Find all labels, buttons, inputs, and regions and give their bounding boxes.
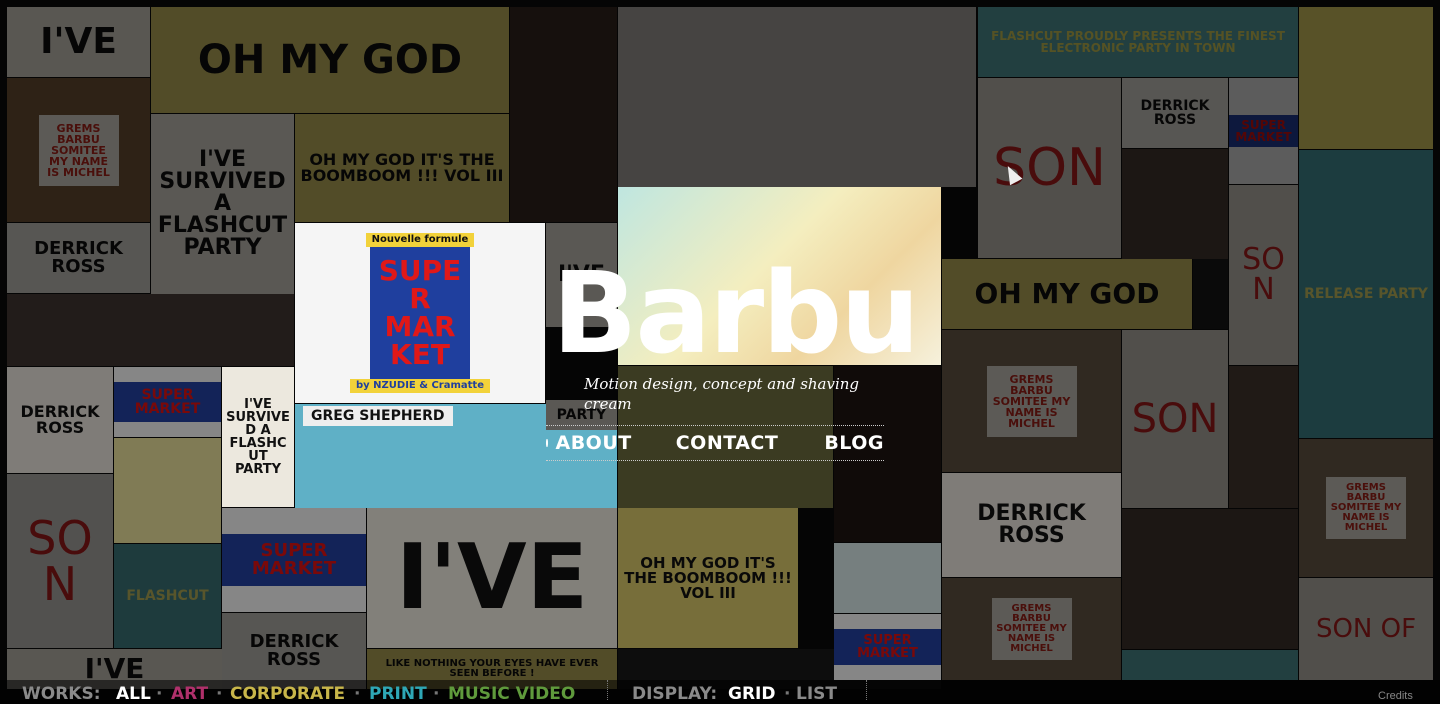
site-logo[interactable]: Barbu: [552, 258, 920, 370]
portfolio-tile-ive-survived[interactable]: I'VE SURVIVED A FLASHCUT PARTY: [222, 367, 294, 507]
filter-corporate-link[interactable]: CORPORATE: [230, 684, 345, 704]
portfolio-tile-sunglasses[interactable]: [510, 7, 617, 222]
tile-text: RELEASE PARTY: [1304, 286, 1428, 302]
portfolio-tile-yellow[interactable]: [114, 438, 221, 543]
tile-text: GREMS BARBU SOMITEE MY NAME IS MICHEL: [38, 114, 119, 186]
display-separator: ·: [784, 684, 791, 704]
portfolio-tile-supermarket[interactable]: SUPER MARKET: [1229, 78, 1298, 184]
portfolio-tile-tshirt[interactable]: GREMS BARBU SOMITEE MY NAME IS MICHEL: [942, 330, 1121, 472]
filter-print-link[interactable]: PRINT: [369, 684, 427, 704]
portfolio-tile-model[interactable]: [1122, 149, 1228, 259]
tile-text: DERRICK ROSS: [977, 501, 1086, 548]
tile-text: LIKE NOTHING YOUR EYES HAVE EVER SEEN BE…: [385, 658, 599, 679]
portfolio-tile-supermarket[interactable]: SUPER MARKET: [114, 367, 221, 437]
tile-text: GREMS BARBU SOMITEE MY NAME IS MICHEL: [986, 365, 1077, 437]
nav-blog-link[interactable]: BLOG: [824, 432, 884, 454]
portfolio-tile-boomboom[interactable]: OH MY GOD IT'S THE BOOMBOOM !!! VOL III: [618, 508, 798, 648]
tile-text: SUPER MARKET: [370, 247, 470, 379]
filter-separator: ·: [433, 684, 440, 704]
tile-text: I'VE: [395, 525, 589, 630]
display-divider: [866, 680, 867, 700]
portfolio-tile-son[interactable]: SON: [1229, 185, 1298, 365]
portfolio-tile-ive-survived[interactable]: I'VE SURVIVED A FLASHCUT PARTY: [151, 114, 294, 294]
portfolio-tile-supermarket-featured[interactable]: Nouvelle formule SUPER MARKET by NZUDIE …: [295, 223, 545, 403]
portfolio-tile-tshirt[interactable]: GREMS BARBU SOMITEE MY NAME IS MICHEL: [7, 78, 150, 222]
portfolio-tile-flashcut[interactable]: FLASHCUT: [114, 544, 221, 648]
portfolio-tile-release-party[interactable]: RELEASE PARTY: [1299, 150, 1433, 438]
filter-all-link[interactable]: ALL: [116, 684, 151, 704]
portfolio-tile-supermarket[interactable]: SUPER MARKET: [222, 508, 366, 612]
tile-text: SON: [1242, 242, 1285, 307]
portfolio-tile-ohmygod[interactable]: OH MY GOD: [151, 7, 509, 113]
nav-bullet-icon: [546, 439, 548, 447]
portfolio-tile-photo[interactable]: [7, 294, 294, 366]
tile-text: OH MY GOD: [974, 277, 1160, 310]
filter-art-link[interactable]: ART: [171, 684, 208, 704]
tile-text: SUPER MARKET: [222, 534, 366, 586]
tile-text: SUPER MARKET: [114, 382, 221, 422]
portfolio-tile-ive[interactable]: I'VE: [7, 7, 150, 77]
tile-text: SON OF: [1315, 614, 1417, 644]
display-list-link[interactable]: LIST: [796, 684, 837, 704]
tile-text: OH MY GOD IT'S THE BOOMBOOM !!! VOL III: [624, 553, 792, 602]
filter-separator: ·: [156, 684, 163, 704]
site-tagline: Motion design, concept and shaving cream: [584, 375, 860, 413]
tile-text: GREMS BARBU SOMITEE MY NAME IS MICHEL: [1326, 477, 1406, 539]
portfolio-tile-boomboom[interactable]: OH MY GOD IT'S THE BOOMBOOM !!! VOL III: [295, 114, 509, 222]
display-label: DISPLAY:: [632, 684, 718, 704]
filter-music-video-link[interactable]: MUSIC VIDEO: [448, 684, 575, 704]
tile-text: FLASHCUT PROUDLY PRESENTS THE FINEST ELE…: [991, 29, 1285, 55]
nav-contact-link[interactable]: CONTACT: [676, 432, 779, 454]
portfolio-tile-son[interactable]: SON: [978, 78, 1121, 258]
tile-text: I'VE SURVIVED A FLASHCUT PARTY: [157, 147, 288, 260]
portfolio-tile-yellow[interactable]: [1299, 7, 1433, 149]
portfolio-tile-yellow[interactable]: [834, 543, 941, 613]
filter-separator: ·: [216, 684, 223, 704]
works-label: WORKS:: [22, 684, 101, 704]
tile-text: I'VE SURVIVED A FLASHCUT PARTY: [226, 397, 290, 477]
tile-text: OH MY GOD: [197, 37, 463, 83]
tile-text: DERRICK ROSS: [1140, 98, 1210, 128]
display-grid-link[interactable]: GRID: [728, 684, 775, 704]
tile-text: DERRICK ROSS: [34, 238, 123, 277]
portfolio-tile-flashcut-presents[interactable]: FLASHCUT PROUDLY PRESENTS THE FINEST ELE…: [978, 7, 1298, 77]
tile-caption: by NZUDIE & Cramatte: [350, 379, 490, 393]
portfolio-tile-derrick[interactable]: DERRICK ROSS: [7, 367, 113, 473]
main-nav: ABOUT CONTACT BLOG: [546, 425, 884, 461]
portfolio-tile-tshirt[interactable]: GREMS BARBU SOMITEE MY NAME IS MICHEL: [1299, 439, 1433, 577]
tile-subtitle: Nouvelle formule: [365, 233, 475, 247]
portfolio-tile-derrick[interactable]: DERRICK ROSS: [942, 473, 1121, 577]
filter-divider: [607, 680, 608, 700]
tile-text: SUPER MARKET: [1229, 115, 1298, 147]
tile-text: GREMS BARBU SOMITEE MY NAME IS MICHEL: [991, 598, 1072, 660]
portfolio-tile-woman[interactable]: [618, 7, 976, 187]
portfolio-tile-dark[interactable]: [1193, 259, 1228, 329]
tile-text: DERRICK ROSS: [249, 631, 339, 670]
portfolio-tile-son[interactable]: SON: [7, 474, 113, 648]
portfolio-tile-tshirt[interactable]: GREMS BARBU SOMITEE MY NAME IS MICHEL: [942, 578, 1121, 680]
filter-separator: ·: [354, 684, 361, 704]
tile-text: SON: [1131, 396, 1219, 442]
credits-link[interactable]: Credits: [1378, 690, 1413, 702]
nav-about-link[interactable]: ABOUT: [556, 432, 632, 454]
portfolio-tile-derrick[interactable]: DERRICK ROSS: [7, 223, 150, 293]
portfolio-tile-son[interactable]: SON: [1122, 330, 1228, 508]
tile-text: SUPER MARKET: [834, 629, 941, 665]
tile-text: DERRICK ROSS: [20, 402, 100, 437]
portfolio-tile-boomboom[interactable]: OH MY GOD: [942, 259, 1192, 329]
portfolio-tile-derrick[interactable]: DERRICK ROSS: [222, 613, 366, 689]
tile-text: SON: [27, 511, 93, 611]
portfolio-tile-son-of[interactable]: SON OF: [1299, 578, 1433, 680]
tile-text: I'VE: [40, 21, 117, 62]
portfolio-tile-flashcut[interactable]: [1122, 650, 1298, 680]
portfolio-tile-model[interactable]: [1229, 366, 1298, 508]
portfolio-tile-ive-big[interactable]: I'VE: [367, 508, 617, 648]
tile-text: GREG SHEPHERD: [303, 406, 453, 426]
portfolio-tile-model[interactable]: [1122, 509, 1298, 649]
tile-text: OH MY GOD IT'S THE BOOMBOOM !!! VOL III: [300, 150, 504, 185]
portfolio-tile-supermarket[interactable]: SUPER MARKET: [834, 614, 941, 680]
tile-text: FLASHCUT: [126, 588, 209, 604]
portfolio-tile-derrick[interactable]: DERRICK ROSS: [1122, 78, 1228, 148]
